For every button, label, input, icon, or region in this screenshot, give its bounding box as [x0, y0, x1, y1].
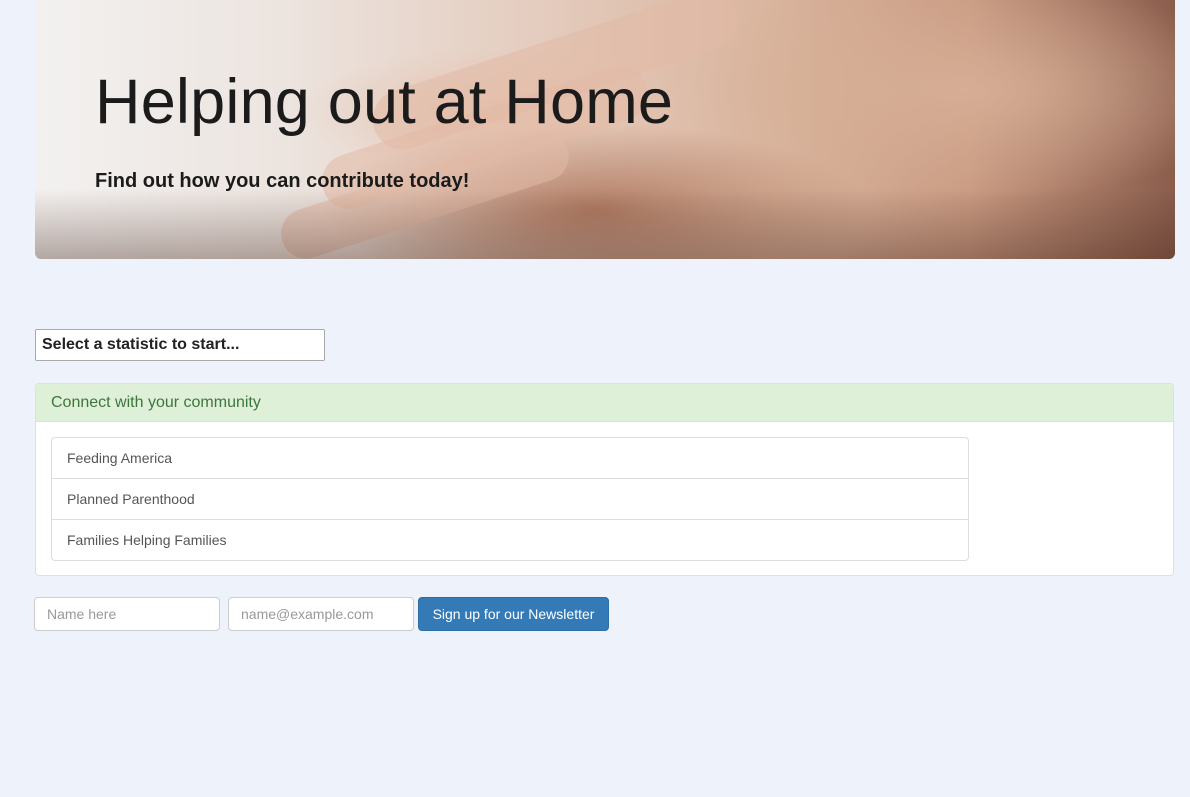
statistic-select[interactable]: Select a statistic to start...	[35, 329, 325, 361]
hero-shade	[35, 189, 1175, 259]
community-list: Feeding America Planned Parenthood Famil…	[51, 437, 969, 561]
name-input[interactable]	[34, 597, 220, 631]
hero-banner: Helping out at Home Find out how you can…	[35, 0, 1175, 259]
community-panel: Connect with your community Feeding Amer…	[35, 383, 1174, 576]
hero-title: Helping out at Home	[95, 67, 674, 137]
statistic-select-value: Select a statistic to start...	[42, 336, 240, 353]
list-item[interactable]: Families Helping Families	[52, 520, 968, 560]
community-panel-heading: Connect with your community	[36, 384, 1173, 422]
email-input[interactable]	[228, 597, 414, 631]
list-item[interactable]: Planned Parenthood	[52, 479, 968, 520]
list-item[interactable]: Feeding America	[52, 438, 968, 479]
newsletter-signup-button[interactable]: Sign up for our Newsletter	[418, 597, 609, 631]
hero-subtitle: Find out how you can contribute today!	[95, 170, 470, 192]
